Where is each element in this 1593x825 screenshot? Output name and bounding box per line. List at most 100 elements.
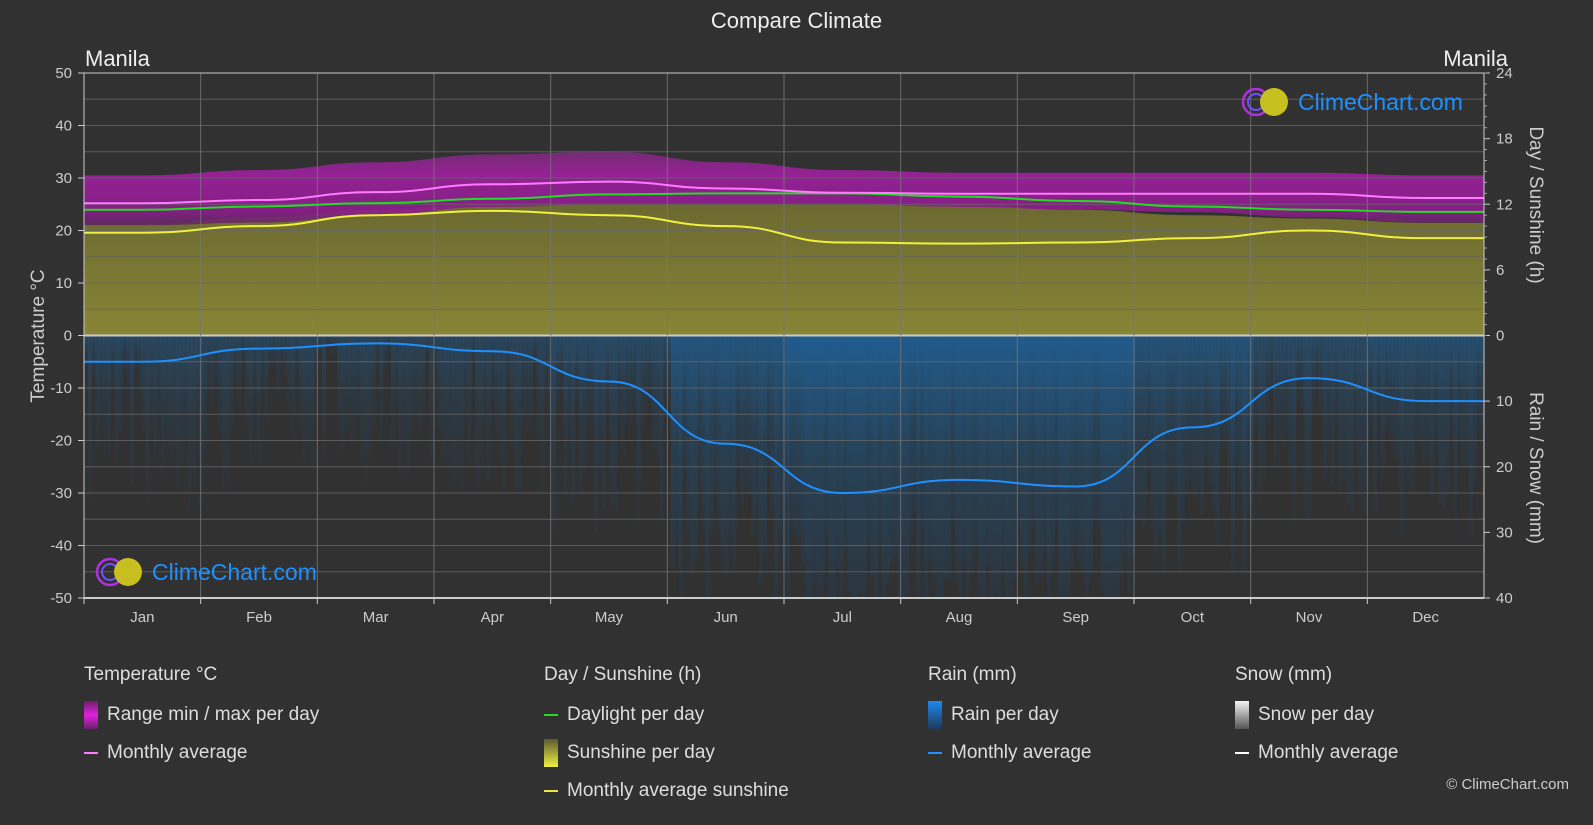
rain-day-bar: [743, 335, 748, 486]
rain-day-bar: [1437, 335, 1443, 505]
rain-day-bar: [145, 335, 150, 501]
rain-day-bar: [448, 335, 453, 463]
rain-day-bar: [95, 335, 100, 448]
legend-label: Monthly average: [107, 742, 248, 763]
rain-day-bar: [1445, 335, 1450, 496]
rain-day-bar: [655, 335, 660, 461]
rain-day-bar: [398, 335, 403, 477]
rain-day-bar: [137, 335, 142, 394]
rain-day-bar: [390, 335, 395, 451]
rain-day-bar: [751, 335, 756, 538]
rain-day-bar: [567, 335, 572, 435]
legend-label: Monthly average: [1258, 742, 1399, 763]
rain-day-bar: [1184, 335, 1189, 495]
rain-day-bar: [697, 335, 702, 479]
rain-day-bar: [1242, 335, 1247, 575]
legend-label: Range min / max per day: [107, 704, 320, 725]
rain-day-bar: [770, 335, 775, 516]
rain-day-bar: [283, 335, 288, 379]
sunshine-avg-swatch: [544, 790, 558, 792]
rain-day-bar: [118, 335, 123, 434]
rain-day-bar: [1460, 335, 1466, 469]
rain-day-bar: [709, 335, 714, 536]
rain-day-bar: [1012, 335, 1017, 580]
rain-day-bar: [1384, 335, 1389, 431]
rain-day-bar: [156, 335, 162, 414]
rain-day-bar: [563, 335, 568, 497]
rain-day-bar: [153, 335, 158, 461]
rain-day-bar: [628, 335, 633, 424]
rain-day-bar: [321, 335, 326, 463]
rain-day-bar: [402, 335, 407, 450]
rain-day-bar: [421, 335, 426, 426]
rain-day-bar: [1357, 335, 1362, 498]
month-label: Aug: [946, 609, 973, 626]
rain-day-bar: [647, 335, 652, 401]
rain-day-bar: [256, 335, 261, 467]
rain-day-bar: [410, 335, 415, 435]
copyright: © ClimeChart.com: [1446, 776, 1569, 793]
rain-day-bar: [620, 335, 626, 455]
rain-day-bar: [456, 335, 461, 478]
rain-day-bar: [1027, 335, 1032, 554]
rain-day-bar: [678, 335, 683, 595]
rain-day-bar: [1131, 335, 1136, 558]
legend-rain: Rain (mm) Rain per day Monthly average: [928, 664, 1091, 780]
rain-day-bar: [528, 335, 534, 432]
rain-day-bar: [406, 335, 411, 476]
rain-day-bar: [893, 335, 898, 556]
rain-day-bar: [130, 335, 135, 486]
rain-day-bar: [141, 335, 146, 431]
temp-avg-swatch: [84, 752, 98, 754]
rain-day-bar: [1000, 335, 1005, 567]
rain-day-bar: [1468, 335, 1473, 537]
rain-day-bar: [91, 335, 96, 376]
rain-day-bar: [759, 335, 764, 584]
rain-day-bar: [766, 335, 771, 470]
rain-day-bar: [1019, 335, 1025, 568]
rain-day-bar: [1376, 335, 1381, 418]
rain-day-bar: [970, 335, 975, 573]
rain-day-bar: [1227, 335, 1232, 489]
rain-day-bar: [962, 335, 967, 566]
rain-day-bar: [1207, 335, 1212, 485]
month-label: Apr: [481, 609, 504, 626]
rain-day-bar: [1123, 335, 1128, 554]
rain-day-bar: [1100, 335, 1105, 591]
rain-day-bar: [394, 335, 399, 408]
rain-day-bar: [1265, 335, 1270, 426]
rain-day-bar: [724, 335, 729, 574]
rain-day-bar: [417, 335, 422, 438]
legend-item-daylight: Daylight per day: [544, 704, 789, 726]
legend-item-snow: Snow per day: [1235, 701, 1398, 729]
rain-day-bar: [371, 335, 376, 431]
right-hours-tick-label: 6: [1496, 262, 1504, 279]
month-label: Jun: [714, 609, 738, 626]
rain-day-bar: [847, 335, 852, 593]
rain-day-bar: [525, 335, 530, 433]
rain-day-bar: [356, 335, 361, 417]
rain-day-bar: [275, 335, 280, 395]
rain-avg-swatch: [928, 752, 942, 754]
rain-day-bar: [977, 335, 982, 596]
rain-day-bar: [578, 335, 583, 497]
month-label: Sep: [1062, 609, 1089, 626]
rain-day-bar: [1399, 335, 1404, 536]
rain-day-bar: [337, 335, 342, 432]
month-label: May: [595, 609, 624, 626]
sunshine-swatch: [544, 739, 558, 767]
rain-day-bar: [133, 335, 138, 368]
rain-day-bar: [801, 335, 806, 565]
rain-swatch: [928, 701, 942, 729]
rain-day-bar: [444, 335, 449, 468]
rain-day-bar: [597, 335, 603, 473]
left-tick-label: -50: [50, 590, 72, 607]
right-hours-tick-label: 12: [1496, 196, 1513, 213]
rain-day-bar: [920, 335, 925, 529]
watermark-text-bottom: ClimeChart.com: [152, 558, 317, 585]
rain-day-bar: [762, 335, 768, 554]
rain-day-bar: [747, 335, 752, 495]
rain-day-bar: [291, 335, 296, 438]
rain-day-bar: [559, 335, 564, 391]
rain-day-bar: [1119, 335, 1124, 575]
